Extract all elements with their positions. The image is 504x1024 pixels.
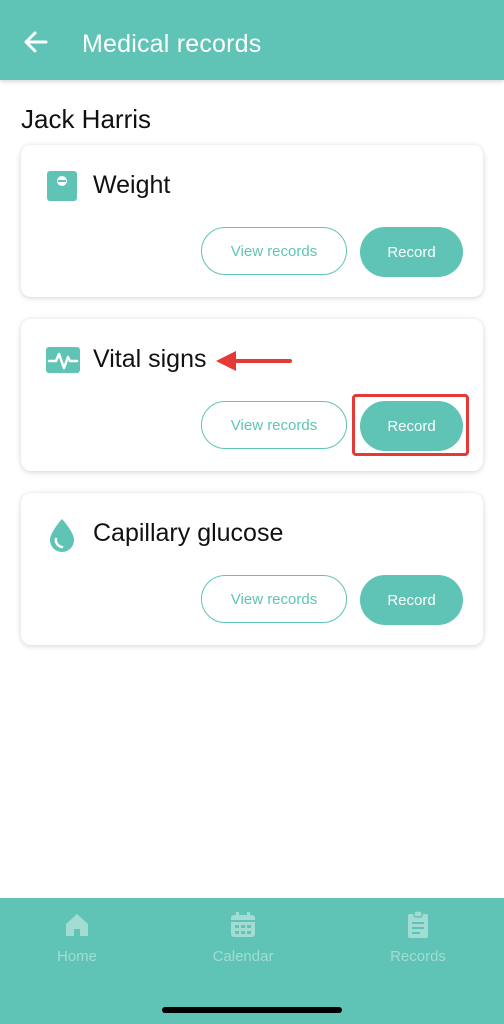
scale-icon	[45, 169, 79, 203]
record-button-weight[interactable]: Record	[360, 227, 463, 277]
drop-icon	[45, 517, 79, 552]
nav-label-calendar: Calendar	[212, 948, 274, 965]
nav-label-home: Home	[56, 948, 97, 965]
back-arrow-icon[interactable]	[20, 26, 52, 58]
view-records-button-weight[interactable]: View records	[201, 227, 347, 275]
nav-item-records[interactable]: Records	[358, 910, 478, 965]
clipboard-icon	[403, 910, 433, 940]
bottom-navigation: Home Calendar Records	[0, 898, 504, 1024]
annotation-highlight-box	[352, 394, 469, 456]
nav-item-home[interactable]: Home	[17, 910, 137, 965]
patient-name: Jack Harris	[21, 104, 152, 134]
card-title-weight: Weight	[93, 171, 171, 199]
card-title-vital-signs: Vital signs	[93, 345, 207, 373]
capillary-glucose-card: Capillary glucose View records Record	[21, 493, 483, 645]
heartbeat-icon	[45, 343, 80, 377]
nav-label-records: Records	[390, 948, 446, 965]
card-title-capillary-glucose: Capillary glucose	[93, 519, 284, 547]
record-button-capillary-glucose[interactable]: Record	[360, 575, 463, 625]
view-records-button-vital-signs[interactable]: View records	[201, 401, 347, 449]
app-bar: Medical records	[0, 0, 504, 80]
calendar-icon	[228, 910, 258, 940]
nav-item-calendar[interactable]: Calendar	[183, 910, 303, 965]
weight-card: Weight View records Record	[21, 145, 483, 297]
home-indicator	[162, 1007, 342, 1013]
annotation-arrow-icon	[216, 351, 292, 371]
home-icon	[62, 910, 92, 940]
page-title: Medical records	[82, 30, 262, 58]
view-records-button-capillary-glucose[interactable]: View records	[201, 575, 347, 623]
